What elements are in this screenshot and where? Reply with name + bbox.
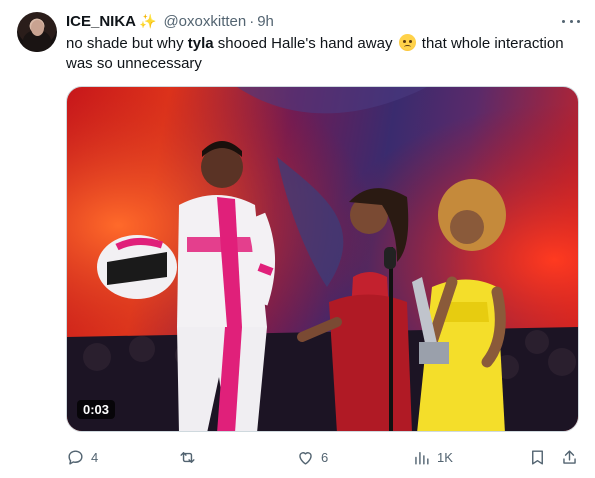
views-count: 1K — [437, 449, 453, 465]
bookmark-button[interactable] — [528, 446, 547, 468]
tweet-text: no shade but why tyla shooed Halle's han… — [66, 34, 586, 74]
share-button[interactable] — [560, 446, 579, 468]
like-count: 6 — [321, 449, 329, 465]
sparkles-icon: ✨ — [139, 12, 157, 29]
video-frame — [67, 87, 578, 431]
avatar-face — [31, 20, 44, 36]
user-handle[interactable]: @oxoxkitten — [163, 13, 246, 30]
tweet[interactable]: ICE_NIKA ✨ @oxoxkitten · 9h no shade but… — [0, 0, 595, 478]
retweet-icon — [180, 451, 195, 463]
views-button[interactable]: 1K — [412, 446, 453, 468]
reply-button[interactable]: 4 — [66, 446, 98, 468]
retweet-button[interactable] — [178, 446, 203, 468]
reply-icon — [68, 449, 83, 465]
timestamp[interactable]: 9h — [257, 13, 274, 30]
avatar[interactable] — [17, 12, 57, 52]
views-icon — [415, 451, 429, 465]
tweet-text-part: no shade but why — [66, 35, 188, 52]
bookmark-icon — [532, 449, 543, 465]
video-player[interactable]: 0:03 — [66, 86, 579, 432]
share-icon — [563, 449, 576, 464]
action-bar: 4 6 1K — [66, 446, 579, 468]
more-options-icon[interactable] — [562, 14, 580, 28]
tweet-header: ICE_NIKA ✨ @oxoxkitten · 9h — [66, 11, 274, 31]
display-name[interactable]: ICE_NIKA — [66, 13, 136, 30]
pleading-face-emoji-icon — [398, 34, 416, 51]
video-duration: 0:03 — [77, 400, 116, 419]
tweet-text-part: shooed Halle's hand away — [213, 35, 397, 52]
reply-count: 4 — [91, 449, 99, 465]
heart-icon — [299, 451, 312, 465]
like-button[interactable]: 6 — [296, 446, 328, 468]
separator-dot: · — [249, 12, 255, 30]
tweet-text-bold: tyla — [187, 35, 214, 52]
